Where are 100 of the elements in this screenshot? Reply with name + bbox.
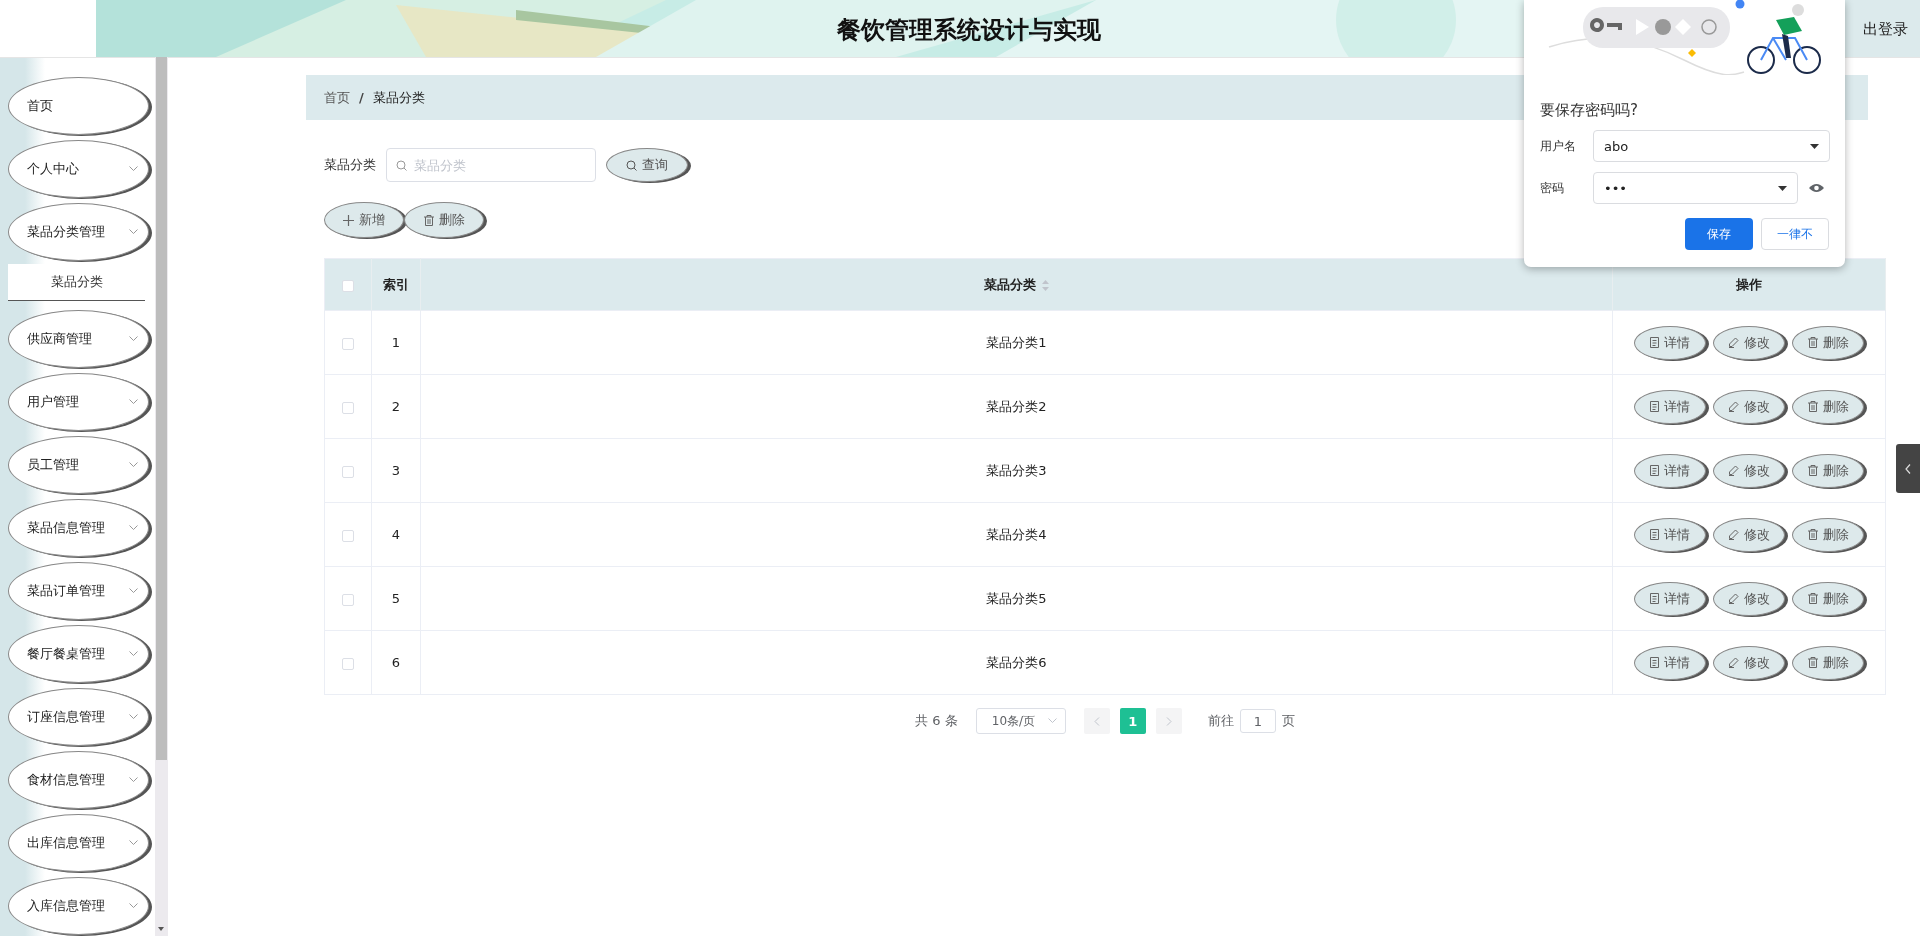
column-header: 菜品分类 [984, 276, 1036, 292]
delete-button[interactable]: 删除 [1792, 645, 1864, 680]
edit-button[interactable]: 修改 [1713, 453, 1785, 488]
delete-button[interactable]: 删除 [1792, 581, 1864, 616]
table-cell: 菜品分类4 [986, 526, 1047, 542]
chevron-down-icon [129, 399, 138, 405]
trash-icon [1807, 465, 1818, 476]
never-button[interactable]: 一律不 [1761, 218, 1829, 250]
breadcrumb-separator: / [359, 90, 364, 105]
table-cell: 2 [391, 399, 401, 414]
detail-button[interactable]: 详情 [1634, 453, 1706, 488]
next-page-button[interactable] [1155, 708, 1182, 734]
checkbox[interactable] [342, 593, 354, 606]
sidebar-item[interactable]: 员工管理 [8, 436, 149, 494]
field-label: 密码 [1540, 179, 1565, 197]
chevron-down-icon [129, 777, 138, 783]
add-button[interactable]: 新增 [324, 202, 404, 238]
chevron-down-icon [129, 336, 138, 342]
delete-button[interactable]: 删除 [404, 202, 484, 238]
save-button[interactable]: 保存 [1685, 218, 1753, 250]
app-title: 餐饮管理系统设计与实现 [837, 15, 1101, 46]
breadcrumb-item[interactable]: 首页 [324, 88, 350, 107]
delete-button[interactable]: 删除 [1792, 453, 1864, 488]
sidebar-item[interactable]: 订座信息管理 [8, 688, 149, 746]
table-cell: 4 [391, 527, 401, 542]
delete-button[interactable]: 删除 [1792, 325, 1864, 360]
checkbox[interactable] [342, 465, 354, 478]
checkbox[interactable] [342, 401, 354, 414]
edit-button[interactable]: 修改 [1713, 645, 1785, 680]
sidebar-item[interactable]: 餐厅餐桌管理 [8, 625, 149, 683]
table-cell: 3 [391, 463, 401, 478]
pencil-icon [1728, 657, 1739, 668]
edit-button[interactable]: 修改 [1713, 517, 1785, 552]
password-field[interactable]: ••• [1593, 172, 1798, 204]
detail-button[interactable]: 详情 [1634, 645, 1706, 680]
document-icon [1650, 529, 1659, 540]
chevron-down-icon [129, 903, 138, 909]
table-cell: 菜品分类6 [986, 654, 1047, 670]
checkbox[interactable] [342, 279, 354, 292]
edit-button[interactable]: 修改 [1713, 581, 1785, 616]
breadcrumb-item: 菜品分类 [372, 88, 425, 107]
chevron-down-icon [129, 166, 138, 172]
table-cell: 5 [391, 591, 401, 606]
table-cell: 菜品分类2 [986, 398, 1047, 414]
column-header: 操作 [1736, 276, 1762, 292]
chevron-down-icon [129, 588, 138, 594]
page-input[interactable]: 1 [1239, 709, 1276, 733]
pencil-icon [1728, 593, 1739, 604]
sidebar-item[interactable]: 菜品信息管理 [8, 499, 149, 557]
pencil-icon [1728, 401, 1739, 412]
query-button[interactable]: 查询 [606, 148, 688, 182]
chevron-down-icon [129, 840, 138, 846]
logout-link[interactable]: 出登录 [1863, 20, 1908, 39]
search-field[interactable]: 菜品分类 [386, 148, 596, 182]
sort-icon[interactable] [1042, 279, 1049, 291]
edit-button[interactable]: 修改 [1713, 389, 1785, 424]
pencil-icon [1728, 337, 1739, 348]
detail-button[interactable]: 详情 [1634, 389, 1706, 424]
delete-button[interactable]: 删除 [1792, 389, 1864, 424]
sidebar-item[interactable]: 菜品分类管理 [8, 203, 149, 261]
plus-icon [343, 214, 354, 226]
username-field[interactable]: abo [1593, 130, 1830, 162]
delete-button[interactable]: 删除 [1792, 517, 1864, 552]
page-unit: 页 [1281, 712, 1295, 730]
trash-icon [1807, 657, 1818, 668]
chevron-right-icon [1165, 716, 1172, 726]
edit-button[interactable]: 修改 [1713, 325, 1785, 360]
trash-icon [423, 214, 434, 226]
table-cell: 6 [391, 655, 401, 670]
table-cell: 菜品分类5 [986, 590, 1047, 606]
table-cell: 1 [391, 335, 401, 350]
scrollbar[interactable] [155, 57, 168, 936]
checkbox[interactable] [342, 657, 354, 670]
page-size-select[interactable]: 10条/页 [975, 708, 1066, 734]
sidebar-item[interactable]: 出库信息管理 [8, 814, 149, 872]
detail-button[interactable]: 详情 [1634, 581, 1706, 616]
detail-button[interactable]: 详情 [1634, 325, 1706, 360]
sidebar-item[interactable]: 菜品订单管理 [8, 562, 149, 620]
trash-icon [1807, 337, 1818, 348]
sidebar-item[interactable]: 入库信息管理 [8, 877, 149, 935]
sidebar-item[interactable]: 首页 [8, 77, 149, 135]
checkbox[interactable] [342, 529, 354, 542]
sidebar-item[interactable]: 食材信息管理 [8, 751, 149, 809]
chevron-left-icon[interactable] [1905, 463, 1911, 474]
checkbox[interactable] [342, 337, 354, 350]
table-cell: 菜品分类3 [986, 462, 1047, 478]
sidebar-item[interactable]: 供应商管理 [8, 310, 149, 368]
dropdown-arrow-icon [1810, 143, 1819, 149]
detail-button[interactable]: 详情 [1634, 517, 1706, 552]
sidebar-item[interactable]: 用户管理 [8, 373, 149, 431]
trash-icon [1807, 593, 1818, 604]
goto-label: 前往 [1207, 712, 1234, 730]
prev-page-button[interactable] [1083, 708, 1110, 734]
sidebar-item[interactable]: 个人中心 [8, 140, 149, 198]
submenu-item[interactable]: 菜品分类 [8, 264, 145, 301]
dialog-title: 要保存密码吗? [1540, 101, 1638, 120]
field-label: 用户名 [1540, 137, 1577, 155]
table-cell: 菜品分类1 [986, 334, 1047, 350]
column-header: 索引 [383, 276, 409, 292]
eye-icon[interactable] [1809, 183, 1824, 193]
